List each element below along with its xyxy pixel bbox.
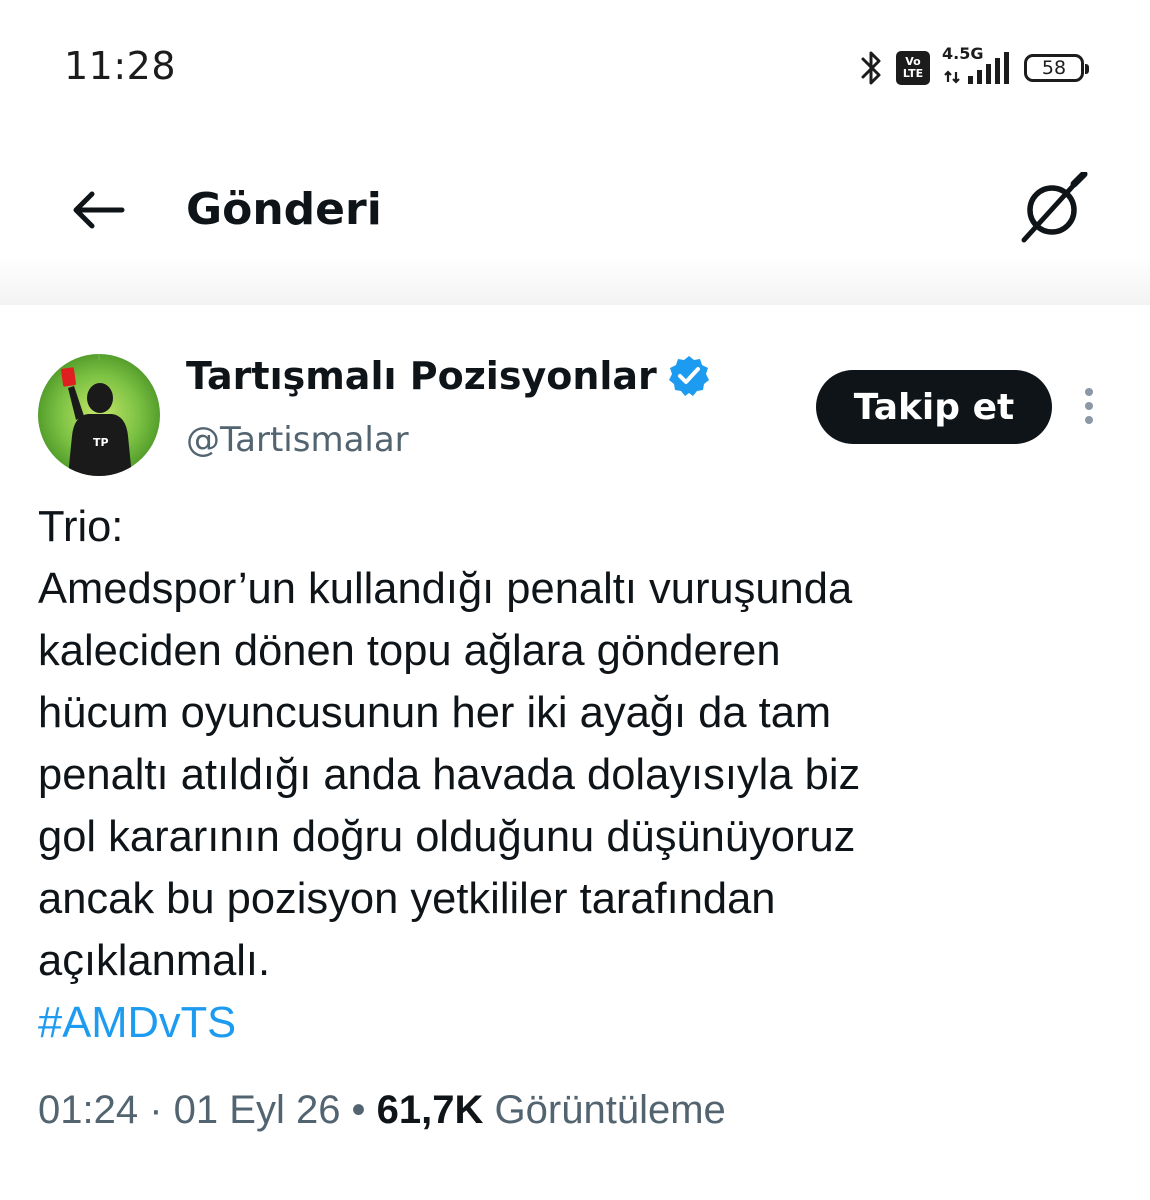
tweet-line: hücum oyuncusunun her iki ayağı da tam <box>38 689 832 737</box>
avatar[interactable]: TP <box>38 354 160 476</box>
status-time: 11:28 <box>64 44 177 88</box>
more-options-icon[interactable] <box>1078 386 1100 426</box>
arrow-left-icon[interactable] <box>70 190 126 230</box>
tweet-author-row: TP Tartışmalı Pozisyonlar @Tartismalar T… <box>0 340 1150 480</box>
tweet-line: açıklanmalı. <box>38 937 271 985</box>
volte-bottom-label: LTE <box>902 67 924 80</box>
battery-level: 58 <box>1041 57 1067 79</box>
author-handle[interactable]: @Tartismalar <box>186 420 409 460</box>
tweet-date[interactable]: 01 Eyl 26 <box>174 1088 341 1132</box>
bluetooth-icon <box>861 51 881 85</box>
status-icons: Vo LTE 4.5G 58 <box>860 44 1089 88</box>
meta-separator: · <box>138 1088 174 1132</box>
tweet-line: Trio: <box>38 503 124 551</box>
battery-icon: 58 <box>1024 54 1089 82</box>
views-label: Görüntüleme <box>483 1088 726 1132</box>
signal-icon: 4.5G <box>942 44 1012 88</box>
grok-icon[interactable] <box>1016 172 1088 244</box>
tweet-line: ancak bu pozisyon yetkililer tarafından <box>38 875 776 923</box>
tweet-line: Amedspor’un kullandığı penaltı vuruşunda <box>38 565 853 613</box>
page-title: Gönderi <box>186 184 382 235</box>
tweet-meta: 01:24 · 01 Eyl 26 • 61,7K Görüntüleme <box>38 1088 726 1133</box>
hashtag-link[interactable]: #AMDvTS <box>38 992 1118 1054</box>
tweet-line: penaltı atıldığı anda havada dolayısıyla… <box>38 751 861 799</box>
tweet-line: gol kararının doğru olduğunu düşünüyoruz <box>38 813 856 861</box>
tweet-line: kaleciden dönen topu ağlara gönderen <box>38 627 781 675</box>
views-count[interactable]: 61,7K <box>377 1088 484 1132</box>
tweet-body: Trio: Amedspor’un kullandığı penaltı vur… <box>38 496 1118 1054</box>
svg-text:TP: TP <box>93 436 109 449</box>
follow-button[interactable]: Takip et <box>816 370 1052 444</box>
meta-separator: • <box>340 1088 377 1132</box>
author-name[interactable]: Tartışmalı Pozisyonlar <box>186 354 711 398</box>
tweet-time[interactable]: 01:24 <box>38 1088 138 1132</box>
volte-icon: Vo LTE <box>896 51 930 85</box>
status-bar: 11:28 Vo LTE 4.5G 58 <box>0 0 1150 140</box>
verified-badge-icon <box>668 356 709 396</box>
author-name-text[interactable]: Tartışmalı Pozisyonlar <box>186 354 657 398</box>
top-app-bar: Gönderi <box>0 140 1150 305</box>
